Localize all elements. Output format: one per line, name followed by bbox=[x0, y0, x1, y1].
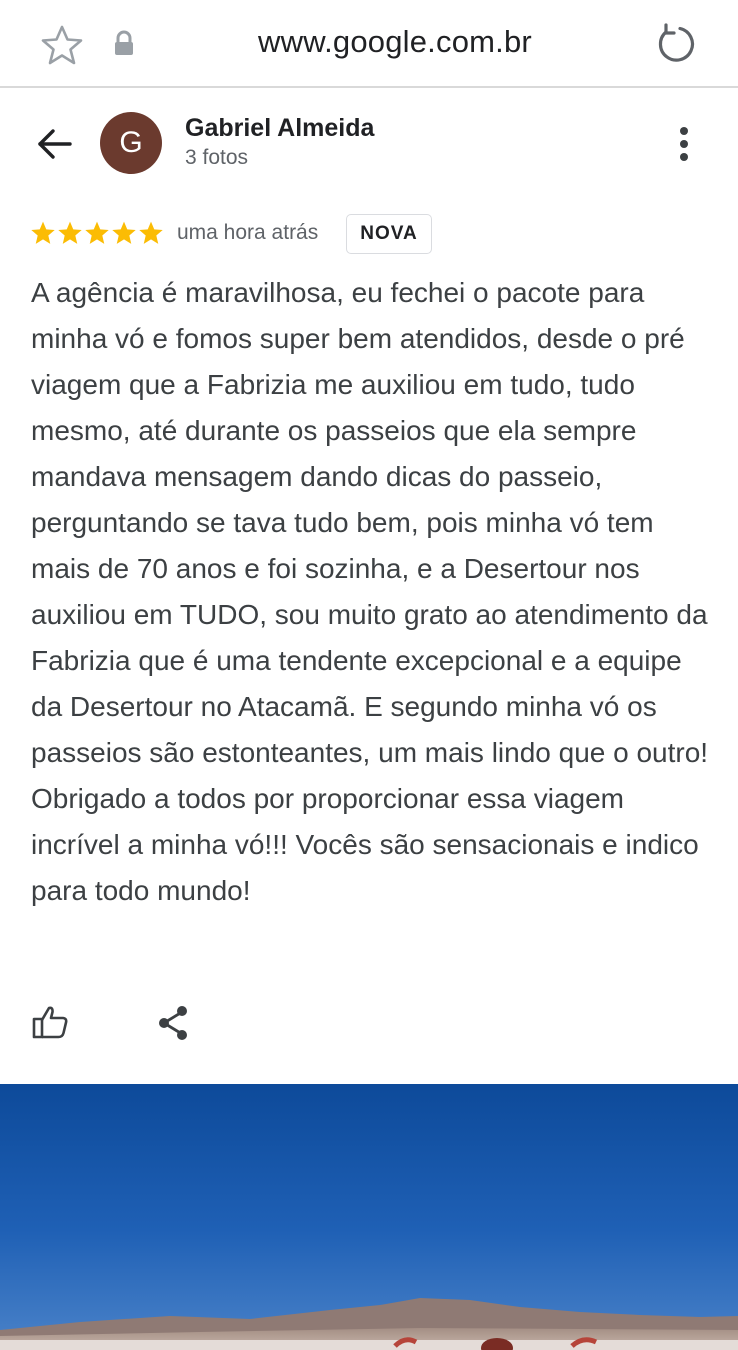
thumbs-up-icon[interactable] bbox=[30, 1002, 70, 1042]
more-options-icon[interactable] bbox=[668, 124, 700, 164]
review-time: uma hora atrás bbox=[177, 221, 319, 244]
author-photo-count: 3 fotos bbox=[185, 146, 249, 169]
rating-row: uma hora atrás NOVA bbox=[30, 212, 710, 256]
review-photo[interactable] bbox=[0, 1084, 738, 1350]
reload-icon[interactable] bbox=[654, 22, 698, 66]
star-icon[interactable] bbox=[40, 24, 84, 66]
salt-flat bbox=[0, 1340, 738, 1350]
avatar[interactable]: G bbox=[100, 112, 162, 174]
star-icon bbox=[31, 221, 55, 244]
url-text[interactable]: www.google.com.br bbox=[200, 24, 590, 60]
author-name[interactable]: Gabriel Almeida bbox=[185, 114, 374, 143]
review-header: G Gabriel Almeida 3 fotos bbox=[0, 90, 738, 200]
star-icon bbox=[139, 221, 163, 244]
back-arrow-icon[interactable] bbox=[34, 124, 74, 164]
review-text: A agência é maravilhosa, eu fechei o pac… bbox=[31, 277, 709, 906]
star-rating bbox=[30, 220, 164, 246]
star-icon bbox=[112, 221, 136, 244]
browser-url-bar: www.google.com.br bbox=[0, 0, 738, 88]
avatar-initial: G bbox=[119, 126, 143, 159]
star-icon bbox=[58, 221, 82, 244]
lock-icon bbox=[112, 30, 136, 58]
new-badge: NOVA bbox=[346, 214, 432, 254]
star-icon bbox=[85, 221, 109, 244]
share-icon[interactable] bbox=[156, 1004, 190, 1042]
